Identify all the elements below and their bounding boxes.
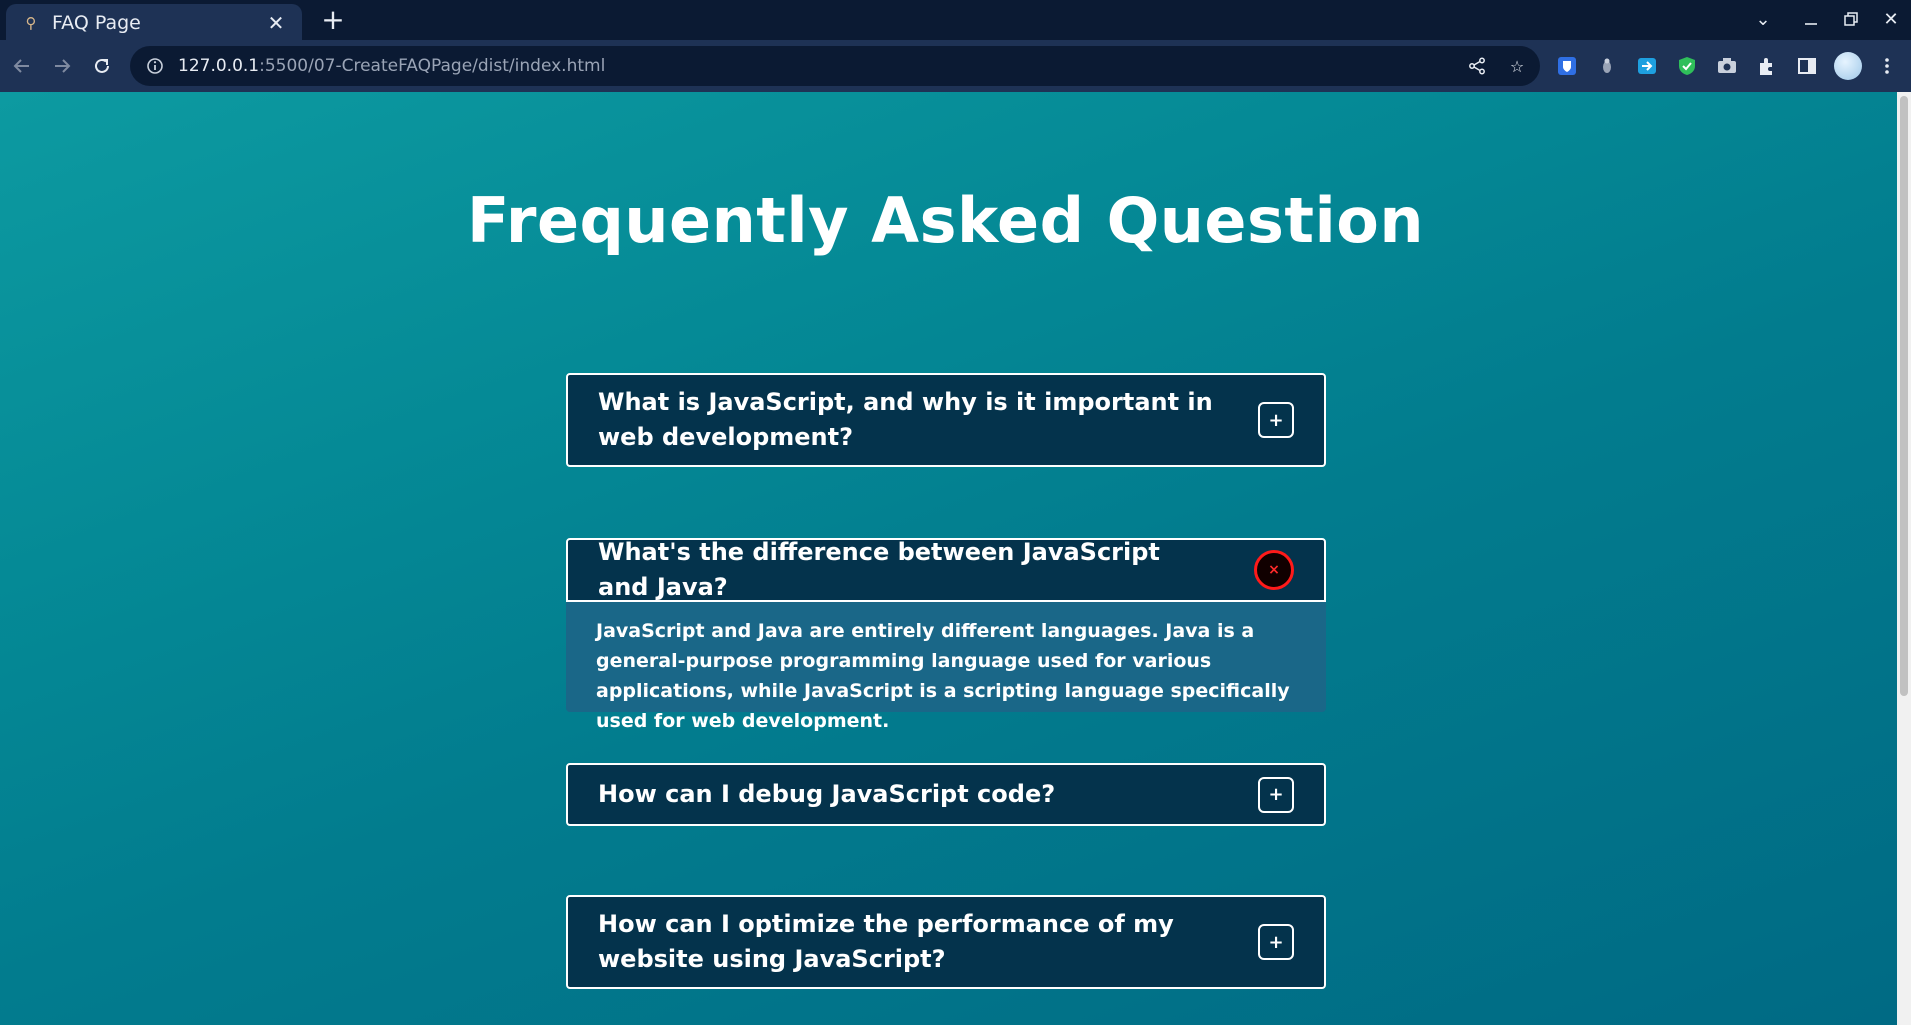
close-window-icon[interactable]: ✕ [1874,4,1908,34]
plus-icon[interactable]: + [1258,402,1294,438]
page-viewport: Frequently Asked Question What is JavaSc… [0,92,1897,1025]
faq-question-text: What is JavaScript, and why is it import… [598,388,1213,451]
tab-title: FAQ Page [52,12,141,34]
close-icon[interactable]: × [1254,550,1294,590]
scrollbar-thumb[interactable] [1900,96,1908,696]
favicon-icon: ⚲ [25,14,37,32]
bitwarden-extension-icon[interactable] [1554,53,1580,79]
faq-question-text: How can I optimize the performance of my… [598,910,1174,973]
faq-question-4[interactable]: How can I optimize the performance of my… [566,895,1326,989]
faq-question-2[interactable]: What's the difference between JavaScript… [566,538,1326,602]
site-info-icon[interactable] [144,55,166,77]
minimize-icon[interactable] [1794,4,1828,34]
plus-icon[interactable]: + [1258,924,1294,960]
new-tab-button[interactable]: + [318,3,348,36]
faq-question-text: What's the difference between JavaScript… [598,538,1160,601]
browser-tab[interactable]: ⚲ FAQ Page ✕ [6,4,302,42]
restore-icon[interactable] [1834,4,1868,34]
reload-icon[interactable] [86,50,118,82]
address-bar[interactable]: 127.0.0.1:5500/07-CreateFAQPage/dist/ind… [130,46,1540,86]
url-path: :5500/07-CreateFAQPage/dist/index.html [259,56,606,76]
menu-kebab-icon[interactable] [1874,53,1900,79]
extension-arrow-icon[interactable] [1634,53,1660,79]
bookmark-star-icon[interactable]: ☆ [1506,55,1528,77]
faq-question-1[interactable]: What is JavaScript, and why is it import… [566,373,1326,467]
shield-check-icon[interactable] [1674,53,1700,79]
tab-search-icon[interactable]: ⌄ [1746,4,1780,34]
page-title: Frequently Asked Question [466,184,1424,257]
faq-question-text: How can I debug JavaScript code? [598,780,1056,808]
close-tab-icon[interactable]: ✕ [264,11,288,35]
url-host: 127.0.0.1 [178,56,260,76]
profile-avatar[interactable] [1834,52,1862,80]
faq-question-3[interactable]: How can I debug JavaScript code? + [566,763,1326,826]
faq-answer-2: JavaScript and Java are entirely differe… [566,602,1326,732]
side-panel-icon[interactable] [1794,53,1820,79]
url-text: 127.0.0.1:5500/07-CreateFAQPage/dist/ind… [178,56,605,76]
browser-toolbar: 127.0.0.1:5500/07-CreateFAQPage/dist/ind… [0,40,1911,92]
extensions-puzzle-icon[interactable] [1754,53,1780,79]
tab-strip: ⚲ FAQ Page ✕ + ⌄ ✕ [0,0,1911,42]
page-scrollbar[interactable] [1897,92,1911,1025]
plus-icon[interactable]: + [1258,776,1294,813]
extension-grey-icon[interactable] [1594,53,1620,79]
camera-icon[interactable] [1714,53,1740,79]
share-icon[interactable] [1466,55,1488,77]
forward-icon[interactable] [46,50,78,82]
back-icon[interactable] [6,50,38,82]
